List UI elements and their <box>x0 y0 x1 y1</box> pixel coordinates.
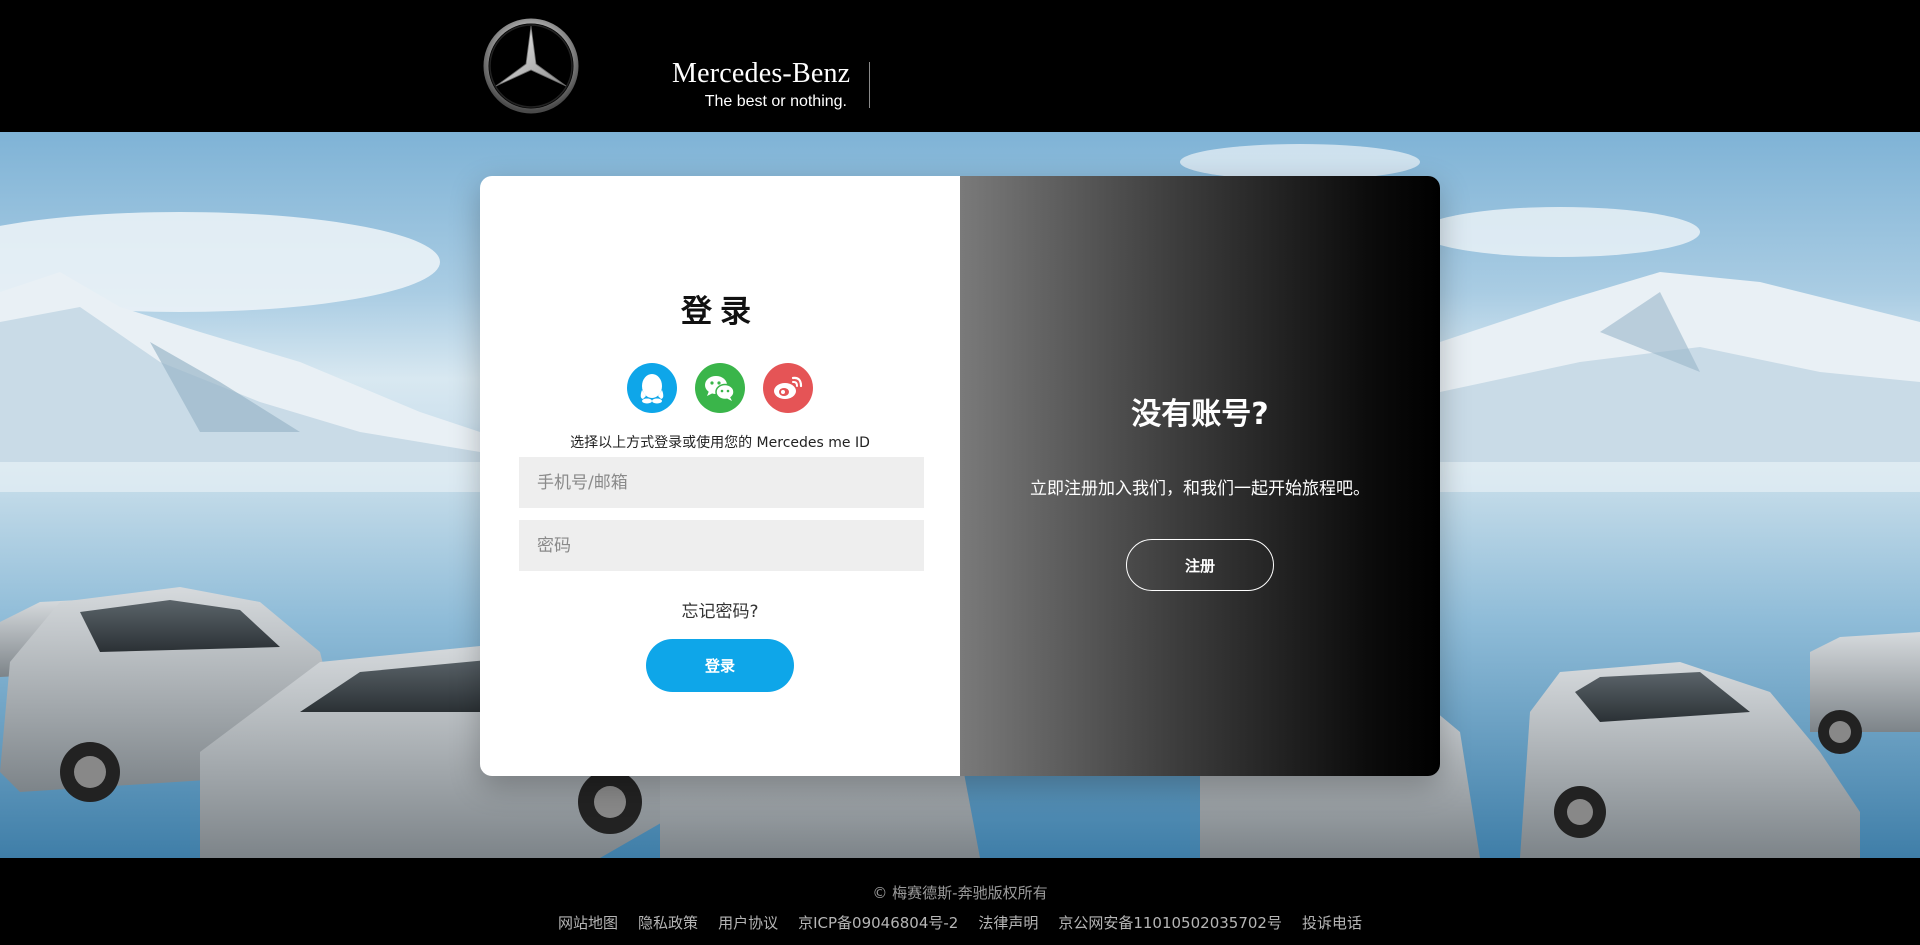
site-footer: © 梅赛德斯-奔驰版权所有 网站地图 隐私政策 用户协议 京ICP备090468… <box>0 858 1920 945</box>
register-panel: 没有账号? 立即注册加入我们，和我们一起开始旅程吧。 注册 <box>960 176 1440 776</box>
footer-link-privacy[interactable]: 隐私政策 <box>638 912 698 933</box>
site-header: Mercedes-Benz The best or nothing. <box>0 0 1920 132</box>
footer-links: 网站地图 隐私政策 用户协议 京ICP备09046804号-2 法律声明 京公网… <box>0 912 1920 933</box>
qq-login-button[interactable] <box>627 363 677 413</box>
phone-email-input[interactable] <box>519 457 924 508</box>
weibo-icon <box>774 376 803 399</box>
password-input[interactable] <box>519 520 924 571</box>
wechat-icon <box>705 376 735 401</box>
footer-link-sitemap[interactable]: 网站地图 <box>558 912 618 933</box>
forgot-password-link[interactable]: 忘记密码? <box>480 597 960 622</box>
qq-penguin-icon <box>640 374 664 404</box>
login-button[interactable]: 登录 <box>646 639 794 692</box>
login-panel: 登录 选择以上方式登录或使用您的 Mercedes me ID 手机号/邮箱 忘… <box>480 176 960 776</box>
footer-link-user-agreement[interactable]: 用户协议 <box>718 912 778 933</box>
register-text: 立即注册加入我们，和我们一起开始旅程吧。 <box>1030 479 1370 499</box>
wechat-login-button[interactable] <box>695 363 745 413</box>
brand-block: Mercedes-Benz The best or nothing. <box>672 58 851 112</box>
brand-slogan: The best or nothing. <box>704 93 847 110</box>
auth-card: 登录 选择以上方式登录或使用您的 Mercedes me ID 手机号/邮箱 忘… <box>480 176 1440 776</box>
login-hint: 选择以上方式登录或使用您的 Mercedes me ID <box>570 435 870 451</box>
weibo-login-button[interactable] <box>763 363 813 413</box>
register-title: 没有账号? <box>1131 397 1269 432</box>
mercedes-star-icon[interactable] <box>483 18 579 114</box>
footer-link-complaint[interactable]: 投诉电话 <box>1302 912 1362 933</box>
footer-link-icp[interactable]: 京ICP备09046804号-2 <box>798 912 958 933</box>
brand-name: Mercedes-Benz <box>672 58 851 89</box>
footer-link-legal[interactable]: 法律声明 <box>978 912 1038 933</box>
login-title: 登录 <box>681 294 759 330</box>
register-button[interactable]: 注册 <box>1126 539 1274 591</box>
footer-link-police-record[interactable]: 京公网安备11010502035702号 <box>1058 912 1282 933</box>
header-divider <box>869 62 870 108</box>
social-login-row <box>480 363 960 413</box>
copyright-text: © 梅赛德斯-奔驰版权所有 <box>872 884 1048 902</box>
